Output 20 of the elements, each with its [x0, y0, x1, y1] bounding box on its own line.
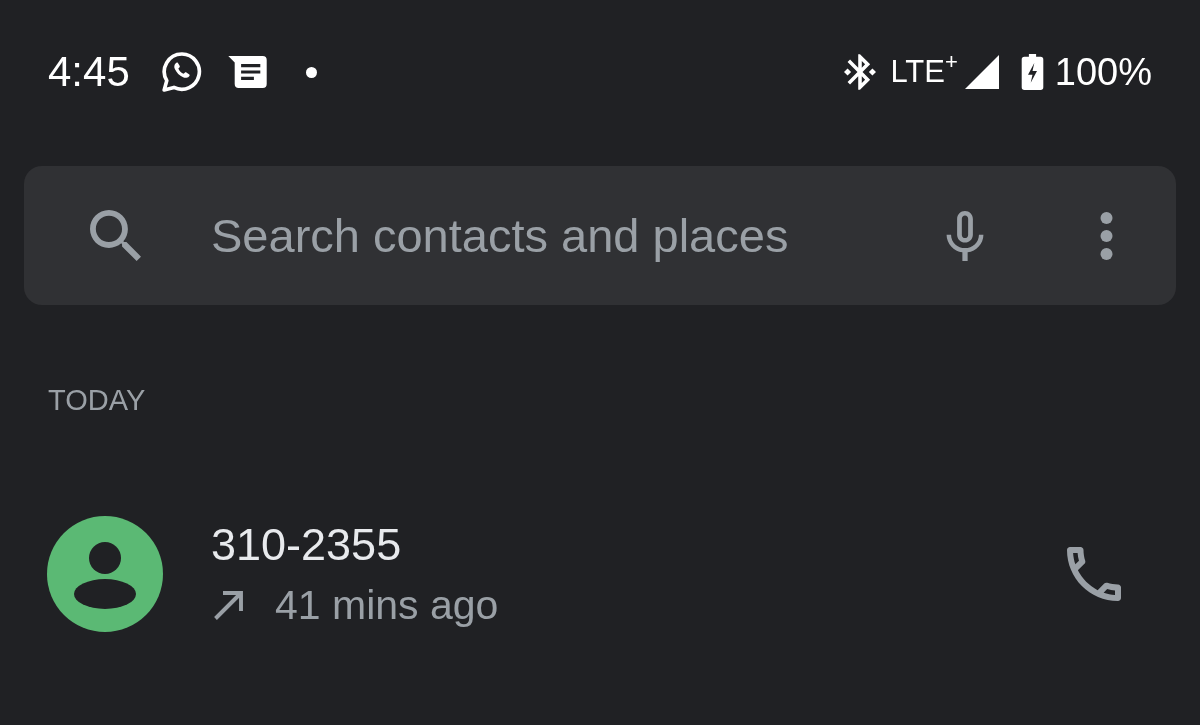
- more-vertical-icon: [1099, 211, 1113, 260]
- section-heading: TODAY: [48, 384, 146, 416]
- phone-bubble-icon: [159, 50, 204, 94]
- battery-percentage: 100%: [1054, 50, 1152, 94]
- bluetooth-icon: [844, 54, 877, 90]
- phone-number: 310-2355: [211, 519, 403, 571]
- notification-dot-icon: [305, 66, 317, 78]
- call-time: 41 mins ago: [275, 581, 499, 629]
- search-bar[interactable]: Search contacts and places: [24, 166, 1176, 305]
- search-field[interactable]: Search contacts and places: [211, 207, 942, 264]
- network-type: LTE$^{+}$: [890, 50, 958, 91]
- signal-icon: [963, 55, 1000, 89]
- call-button[interactable]: [1066, 546, 1122, 602]
- clock-time: 4:45: [48, 50, 130, 94]
- phone-icon: [1067, 547, 1121, 601]
- microphone-icon: [946, 210, 984, 261]
- search-icon: [90, 210, 141, 261]
- message-icon: [227, 56, 267, 88]
- battery-charging-icon: [1020, 54, 1044, 90]
- more-options-button[interactable]: [1098, 210, 1114, 261]
